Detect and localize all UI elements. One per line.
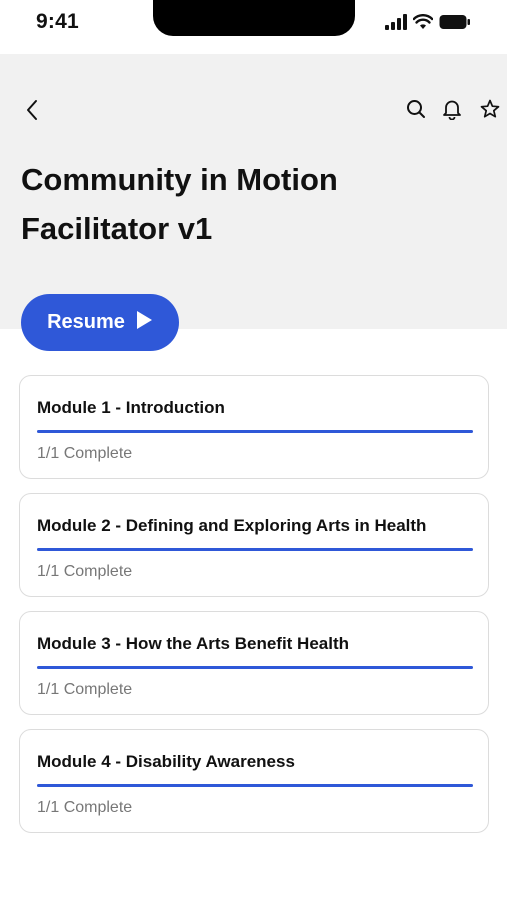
chevron-left-icon	[24, 98, 40, 127]
module-title: Module 2 - Defining and Exploring Arts i…	[37, 516, 427, 535]
notifications-button[interactable]	[439, 98, 465, 124]
module-title: Module 1 - Introduction	[37, 398, 225, 417]
module-progress-bar	[37, 548, 473, 551]
play-icon	[135, 310, 153, 336]
module-card-3[interactable]: Module 3 - How the Arts Benefit Health 1…	[19, 611, 489, 715]
module-progress-fill	[37, 666, 473, 669]
status-time: 9:41	[36, 10, 79, 33]
module-status: 1/1 Complete	[37, 563, 133, 580]
module-status: 1/1 Complete	[37, 445, 133, 462]
resume-button[interactable]: Resume	[21, 294, 179, 351]
bell-icon	[441, 98, 463, 125]
module-progress-fill	[37, 548, 473, 551]
module-status: 1/1 Complete	[37, 681, 133, 698]
device-notch	[153, 0, 355, 36]
wifi-icon	[412, 14, 434, 35]
module-status: 1/1 Complete	[37, 799, 133, 816]
resume-label: Resume	[47, 311, 125, 333]
module-title: Module 4 - Disability Awareness	[37, 752, 295, 771]
signal-icon	[385, 14, 407, 35]
back-button[interactable]	[18, 98, 46, 126]
module-progress-bar	[37, 430, 473, 433]
status-icons	[385, 14, 471, 35]
search-icon	[405, 98, 427, 125]
module-progress-fill	[37, 784, 473, 787]
module-progress-bar	[37, 666, 473, 669]
module-title: Module 3 - How the Arts Benefit Health	[37, 634, 350, 653]
battery-icon	[439, 14, 471, 35]
module-progress-fill	[37, 430, 473, 433]
status-bar: 9:41	[0, 0, 507, 54]
module-card-2[interactable]: Module 2 - Defining and Exploring Arts i…	[19, 493, 489, 597]
module-list: Module 1 - Introduction 1/1 Complete Mod…	[19, 375, 489, 847]
star-icon	[479, 98, 501, 125]
module-progress-bar	[37, 784, 473, 787]
page-title: Community in Motion Facilitator v1	[21, 162, 338, 246]
module-card-1[interactable]: Module 1 - Introduction 1/1 Complete	[19, 375, 489, 479]
module-card-4[interactable]: Module 4 - Disability Awareness 1/1 Comp…	[19, 729, 489, 833]
search-button[interactable]	[403, 98, 429, 124]
favorite-button[interactable]	[477, 98, 503, 124]
